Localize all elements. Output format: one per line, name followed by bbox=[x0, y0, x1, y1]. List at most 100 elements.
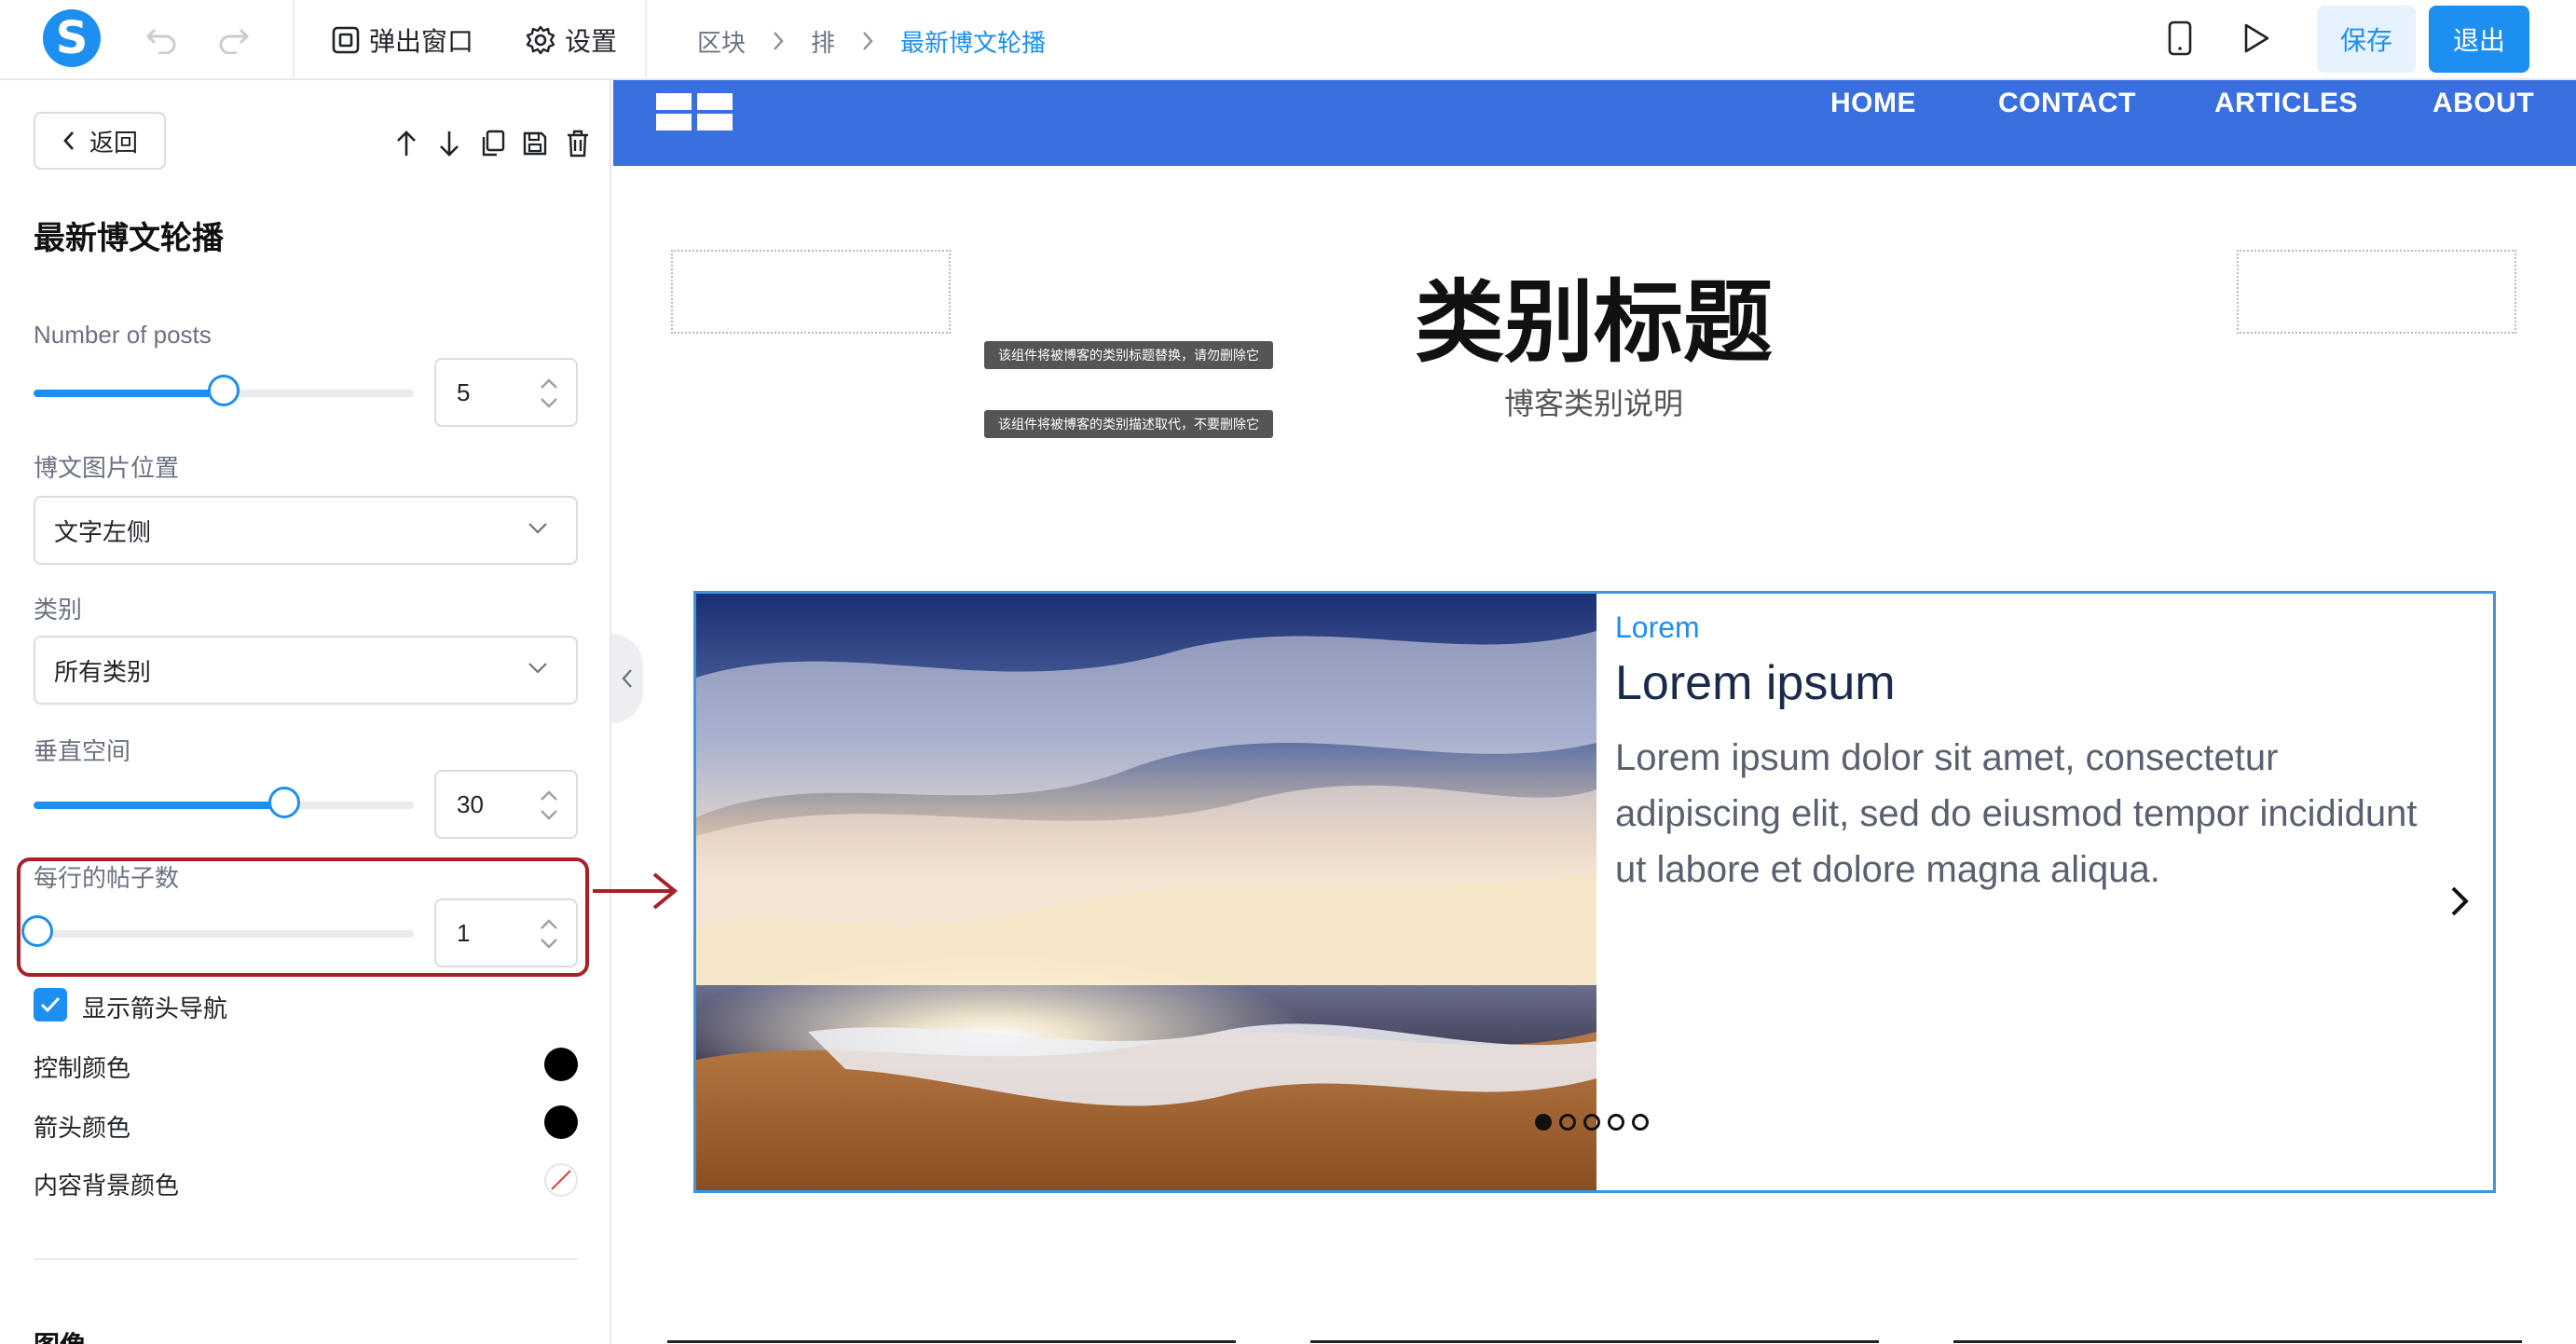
control-color-swatch[interactable] bbox=[544, 1048, 578, 1081]
breadcrumb-item[interactable]: 区块 bbox=[697, 24, 746, 59]
stepper-icon[interactable] bbox=[539, 917, 559, 951]
category-label: 类别 bbox=[34, 596, 83, 624]
nav-link-contact[interactable]: CONTACT bbox=[1998, 88, 2136, 119]
posts-per-row-label: 每行的帖子数 bbox=[34, 864, 180, 892]
settings-panel: 返回 最新博文轮播 Number of posts 5 博文图片位置 文字左侧 … bbox=[0, 80, 611, 1344]
carousel-dot[interactable] bbox=[1559, 1114, 1576, 1131]
control-color-label: 控制颜色 bbox=[34, 1054, 131, 1082]
posts-per-row-input[interactable]: 1 bbox=[434, 898, 578, 967]
number-of-posts-input[interactable]: 5 bbox=[434, 358, 578, 427]
content-bg-color-swatch[interactable] bbox=[544, 1163, 578, 1197]
category-select[interactable]: 所有类别 bbox=[34, 636, 578, 705]
arrow-color-swatch[interactable] bbox=[544, 1105, 578, 1139]
category-description[interactable]: 博客类别说明 bbox=[1323, 380, 1864, 423]
toolbar-divider bbox=[293, 0, 295, 78]
stepper-icon[interactable] bbox=[539, 377, 559, 410]
number-of-posts-value: 5 bbox=[457, 377, 471, 406]
popup-window-button[interactable]: 弹出窗口 bbox=[332, 17, 473, 63]
logo-letter: S bbox=[55, 12, 89, 64]
delete-icon[interactable] bbox=[561, 127, 595, 160]
toolbar-divider bbox=[645, 0, 647, 78]
placeholder-box-right[interactable] bbox=[2237, 250, 2516, 334]
post-title[interactable]: Lorem ipsum bbox=[1615, 655, 1896, 711]
gear-icon bbox=[526, 25, 555, 55]
show-arrows-checkbox[interactable] bbox=[34, 988, 67, 1022]
undo-icon[interactable] bbox=[140, 19, 183, 62]
placeholder-box-left[interactable] bbox=[671, 250, 951, 334]
back-button[interactable]: 返回 bbox=[34, 112, 166, 170]
chevron-left-icon bbox=[622, 669, 632, 688]
panel-title: 最新博文轮播 bbox=[34, 221, 224, 256]
vertical-space-slider[interactable] bbox=[34, 787, 414, 818]
slider-handle[interactable] bbox=[268, 787, 301, 818]
popup-icon bbox=[332, 26, 360, 54]
number-of-posts-label: Number of posts bbox=[34, 321, 212, 349]
slider-handle[interactable] bbox=[208, 375, 240, 406]
carousel-dot[interactable] bbox=[1535, 1114, 1552, 1131]
nav-link-home[interactable]: HOME bbox=[1830, 88, 1916, 119]
panel-divider bbox=[34, 1258, 578, 1260]
content-divider bbox=[667, 1340, 1236, 1343]
image-position-label: 博文图片位置 bbox=[34, 454, 180, 482]
content-divider bbox=[1310, 1340, 1879, 1343]
carousel-next-button[interactable] bbox=[2441, 873, 2478, 929]
slider-fill bbox=[34, 802, 285, 809]
play-preview-icon[interactable] bbox=[2242, 22, 2270, 54]
breadcrumb-item[interactable]: 排 bbox=[811, 24, 835, 59]
category-title[interactable]: 类别标题 bbox=[1323, 250, 1864, 379]
copy-icon[interactable] bbox=[475, 127, 509, 160]
collapse-panel-button[interactable] bbox=[611, 634, 643, 723]
site-navbar: HOME CONTACT ARTICLES ABOUT bbox=[613, 80, 2576, 166]
chevron-right-icon bbox=[863, 32, 873, 50]
carousel-dot[interactable] bbox=[1608, 1114, 1624, 1131]
site-logo-icon bbox=[656, 80, 733, 130]
carousel-dots bbox=[1535, 1114, 1649, 1131]
no-color-icon bbox=[551, 1170, 571, 1190]
post-category[interactable]: Lorem bbox=[1615, 610, 1700, 645]
image-section-heading: 图像 bbox=[34, 1325, 86, 1344]
mobile-preview-icon[interactable] bbox=[2168, 21, 2192, 56]
category-title-tooltip: 该组件将被博客的类别标题替换，请勿删除它 bbox=[984, 341, 1273, 369]
number-of-posts-slider[interactable] bbox=[34, 375, 414, 406]
breadcrumb-current: 最新博文轮播 bbox=[900, 28, 1047, 57]
breadcrumb: 区块 排 最新博文轮播 bbox=[697, 19, 1046, 63]
image-position-select[interactable]: 文字左侧 bbox=[34, 496, 578, 565]
image-position-value: 文字左侧 bbox=[54, 517, 152, 546]
chevron-down-icon bbox=[528, 523, 547, 534]
category-value: 所有类别 bbox=[54, 657, 152, 686]
settings-button[interactable]: 设置 bbox=[526, 17, 617, 63]
exit-button[interactable]: 退出 bbox=[2429, 6, 2529, 73]
popup-window-label: 弹出窗口 bbox=[369, 27, 474, 56]
vertical-space-label: 垂直空间 bbox=[34, 737, 131, 765]
settings-label: 设置 bbox=[565, 27, 618, 56]
check-icon bbox=[40, 996, 61, 1013]
move-down-icon[interactable] bbox=[432, 127, 466, 160]
chevron-left-icon bbox=[63, 131, 75, 150]
slider-fill bbox=[34, 390, 224, 397]
redo-icon[interactable] bbox=[212, 19, 255, 62]
carousel-dot[interactable] bbox=[1632, 1114, 1649, 1131]
show-arrows-label: 显示箭头导航 bbox=[82, 994, 228, 1022]
vertical-space-input[interactable]: 30 bbox=[434, 770, 578, 839]
back-label: 返回 bbox=[89, 128, 138, 157]
content-bg-color-label: 内容背景颜色 bbox=[34, 1172, 180, 1200]
nav-link-articles[interactable]: ARTICLES bbox=[2214, 88, 2358, 119]
post-image[interactable] bbox=[696, 594, 1596, 1190]
block-tools bbox=[390, 127, 595, 160]
slider-handle[interactable] bbox=[21, 915, 53, 947]
move-up-icon[interactable] bbox=[390, 127, 423, 160]
posts-per-row-slider[interactable] bbox=[21, 915, 414, 947]
arrow-color-label: 箭头颜色 bbox=[34, 1114, 131, 1142]
save-block-icon[interactable] bbox=[518, 127, 552, 160]
content-divider bbox=[1953, 1340, 2522, 1343]
stepper-icon[interactable] bbox=[539, 789, 559, 822]
carousel-dot[interactable] bbox=[1583, 1114, 1600, 1131]
vertical-space-value: 30 bbox=[457, 789, 484, 818]
nav-link-about[interactable]: ABOUT bbox=[2432, 88, 2534, 119]
annotation-arrow-icon bbox=[593, 872, 678, 910]
blog-post-carousel[interactable]: Lorem Lorem ipsum Lorem ipsum dolor sit … bbox=[693, 591, 2496, 1193]
chevron-right-icon bbox=[2451, 886, 2469, 916]
save-button[interactable]: 保存 bbox=[2317, 6, 2416, 73]
posts-per-row-value: 1 bbox=[457, 918, 471, 947]
post-excerpt: Lorem ipsum dolor sit amet, consectetur … bbox=[1615, 737, 2418, 890]
